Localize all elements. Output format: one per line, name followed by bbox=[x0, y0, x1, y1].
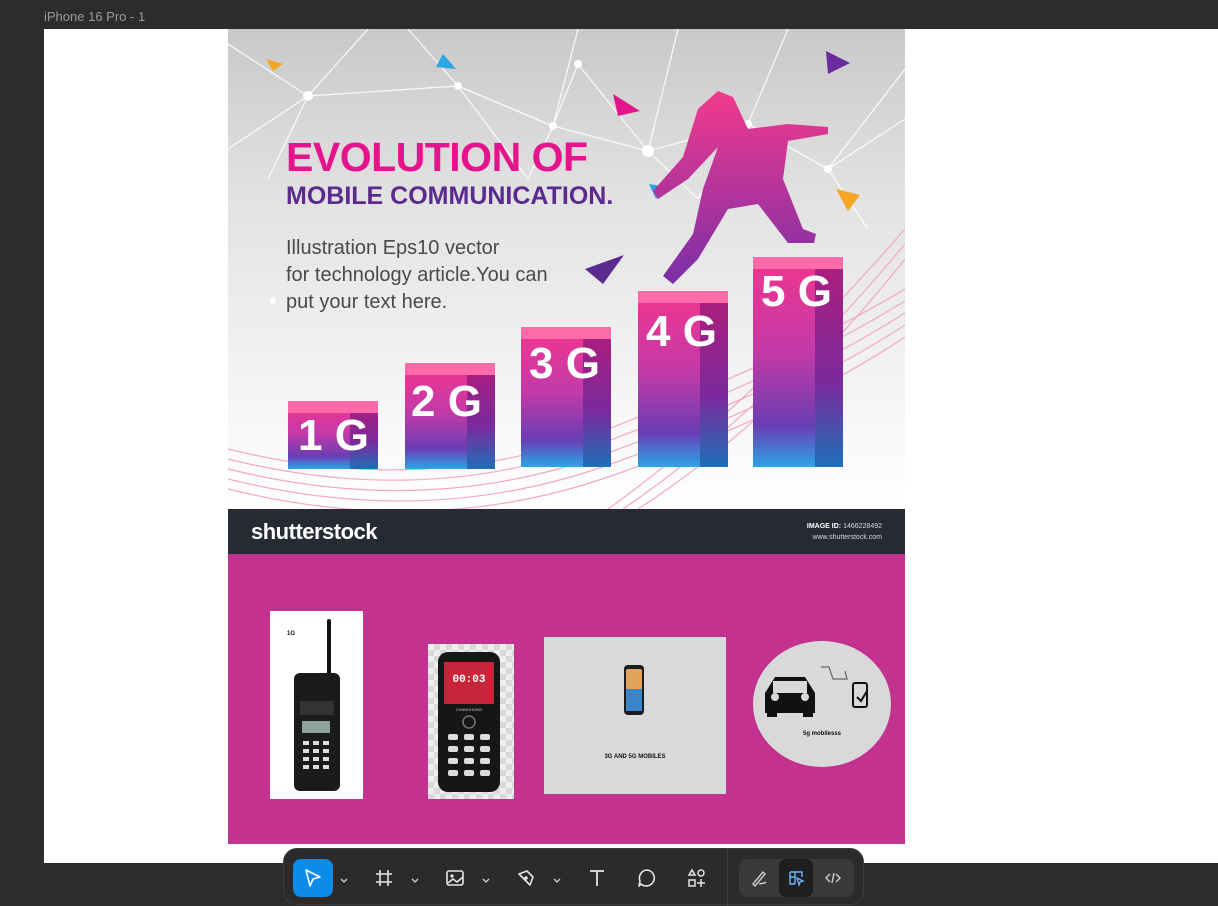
phone-brand: CHANGHONG bbox=[455, 707, 483, 712]
bar-2g: 2 G bbox=[405, 363, 497, 469]
draw-mode-button[interactable] bbox=[743, 859, 775, 897]
comment-bubble-icon bbox=[638, 869, 656, 887]
shutterstock-url: www.shutterstock.com bbox=[812, 534, 882, 541]
banner-title-line1: EVOLUTION OF bbox=[286, 134, 588, 180]
evolution-banner-image[interactable]: EVOLUTION OF MOBILE COMMUNICATION. Illus… bbox=[228, 29, 905, 509]
dev-mode-button[interactable] bbox=[817, 859, 849, 897]
draw-pencil-icon bbox=[752, 870, 767, 887]
banner-body-text: Illustration Eps10 vector for technology… bbox=[286, 235, 548, 316]
card-3g-5g[interactable]: 3G AND 5G MOBILES bbox=[544, 637, 726, 794]
card-3g-label: 3G AND 5G MOBILES bbox=[604, 754, 666, 760]
frame-tool-button[interactable] bbox=[367, 859, 401, 897]
image-id: IMAGE ID: 1466228492 www.shutterstock.co… bbox=[807, 521, 882, 543]
banner-title-line2: MOBILE COMMUNICATION. bbox=[286, 182, 614, 210]
smartphone-icon bbox=[624, 665, 644, 715]
bar-label: 1 G bbox=[298, 411, 369, 460]
move-tool-chevron-icon[interactable] bbox=[340, 871, 348, 889]
bar-1g: 1 G bbox=[288, 401, 380, 469]
image-tool-button[interactable] bbox=[438, 859, 472, 897]
magenta-section[interactable]: 1G 00:03 CHANGHONG 3G AND 5G MOBILES 5g … bbox=[228, 554, 905, 844]
frame-label[interactable]: iPhone 16 Pro - 1 bbox=[44, 9, 145, 24]
code-brackets-icon bbox=[825, 872, 841, 884]
frame-tool-chevron-icon[interactable] bbox=[411, 871, 419, 889]
text-tool-button[interactable] bbox=[580, 859, 614, 897]
bar-3g: 3 G bbox=[521, 327, 613, 467]
chevron-down-icon bbox=[553, 878, 561, 883]
bottom-toolbar bbox=[283, 848, 864, 906]
feature-phone-icon bbox=[438, 652, 500, 792]
bar-label: 4 G bbox=[646, 307, 717, 356]
move-tool-button[interactable] bbox=[293, 859, 333, 897]
pen-icon bbox=[518, 870, 534, 886]
card-1g[interactable]: 1G bbox=[270, 611, 363, 799]
banner-body-line: Illustration Eps10 vector bbox=[286, 237, 500, 259]
image-id-label: IMAGE ID: bbox=[806, 523, 842, 530]
design-mode-icon bbox=[789, 871, 805, 887]
walkie-talkie-icon bbox=[294, 619, 340, 791]
bar-label: 2 G bbox=[411, 377, 482, 426]
chevron-down-icon bbox=[411, 878, 419, 883]
image-icon bbox=[446, 870, 464, 886]
bar-4g: 4 G bbox=[638, 291, 730, 467]
card-5g-label: 5g mobilesss bbox=[802, 731, 841, 737]
banner-body-line: put your text here. bbox=[286, 291, 448, 313]
car-icon bbox=[765, 666, 868, 717]
toolbar-divider bbox=[727, 849, 728, 906]
bar-5g: 5 G bbox=[753, 257, 845, 467]
runner-figure bbox=[653, 91, 828, 284]
card-1g-label: 1G bbox=[287, 631, 296, 637]
bar-label: 3 G bbox=[529, 339, 600, 388]
shutterstock-logo: shutterstock bbox=[251, 519, 378, 544]
pen-tool-button[interactable] bbox=[509, 859, 543, 897]
components-tool-button[interactable] bbox=[680, 859, 714, 897]
shutterstock-bar: shutterstock IMAGE ID: 1466228492 www.sh… bbox=[228, 509, 905, 554]
card-5g-circle[interactable]: 5g mobilesss bbox=[753, 641, 891, 767]
pen-tool-chevron-icon[interactable] bbox=[553, 871, 561, 889]
comment-tool-button[interactable] bbox=[630, 859, 664, 897]
mode-switcher bbox=[739, 859, 854, 897]
design-mode-button[interactable] bbox=[779, 859, 813, 897]
banner-body-line: for technology article.You can bbox=[286, 264, 548, 286]
card-2g-phone[interactable]: 00:03 CHANGHONG bbox=[428, 644, 514, 799]
text-t-icon bbox=[590, 870, 604, 886]
chevron-down-icon bbox=[482, 878, 490, 883]
shapes-plus-icon bbox=[687, 868, 705, 887]
image-id-value: 1466228492 bbox=[843, 523, 882, 530]
cursor-icon bbox=[305, 869, 321, 887]
phone-screen-time: 00:03 bbox=[452, 674, 486, 686]
frame-hash-icon bbox=[376, 870, 392, 886]
bar-label: 5 G bbox=[761, 267, 832, 316]
chevron-down-icon bbox=[340, 878, 348, 883]
image-tool-chevron-icon[interactable] bbox=[482, 871, 490, 889]
